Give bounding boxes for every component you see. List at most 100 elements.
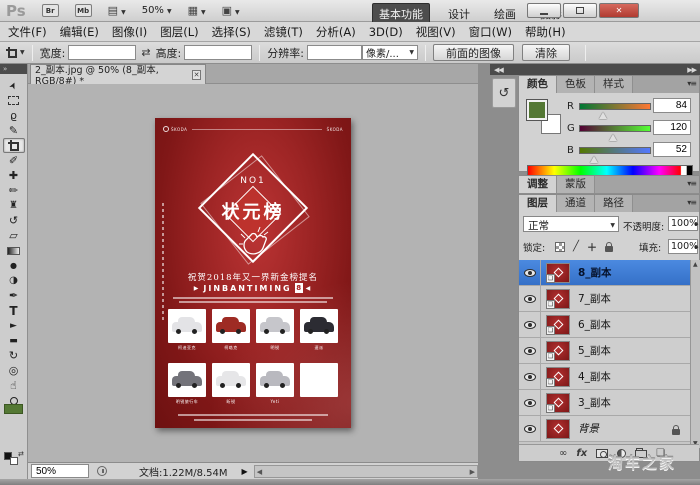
layer-thumbnail[interactable]: ❏ xyxy=(546,392,570,413)
screen-mode-icon[interactable]: ▣ ▼ xyxy=(222,4,240,17)
blue-value-input[interactable] xyxy=(653,142,691,157)
mini-bridge-button[interactable]: Mb xyxy=(74,4,92,17)
blue-slider[interactable] xyxy=(579,146,651,163)
arrange-documents-icon[interactable]: ▦ ▼ xyxy=(188,4,206,17)
red-value-input[interactable] xyxy=(653,98,691,113)
layer-thumbnail[interactable]: ❏ xyxy=(546,288,570,309)
tab-layers[interactable]: 图层 xyxy=(519,195,557,212)
type-tool[interactable]: T xyxy=(3,303,25,318)
menu-window[interactable]: 窗口(W) xyxy=(469,24,512,40)
add-mask-button[interactable] xyxy=(596,448,609,458)
layer-thumbnail[interactable] xyxy=(546,418,570,439)
dodge-tool[interactable]: ◑ xyxy=(3,273,25,288)
visibility-cell[interactable] xyxy=(519,364,541,389)
lock-pixels-icon[interactable]: ╱ xyxy=(573,241,579,252)
layer-row[interactable]: ❏ 7_副本 xyxy=(519,286,690,312)
status-options-arrow-icon[interactable]: ▶ xyxy=(242,467,248,476)
workspace-tab-painting[interactable]: 绘画 xyxy=(488,4,522,24)
height-input[interactable] xyxy=(184,45,253,60)
layer-row[interactable]: ❏ 8_副本 xyxy=(519,260,690,286)
crop-tool[interactable] xyxy=(2,138,25,153)
collapse-panels-icon[interactable]: ◀◀ xyxy=(494,66,504,74)
tab-styles[interactable]: 样式 xyxy=(595,76,633,93)
green-slider-handle[interactable] xyxy=(609,133,617,141)
layer-row[interactable]: ❏ 5_副本 xyxy=(519,338,690,364)
layer-style-button[interactable]: fx xyxy=(576,448,587,459)
gradient-tool[interactable] xyxy=(3,243,25,258)
menu-3d[interactable]: 3D(D) xyxy=(369,25,403,39)
panel-menu-icon[interactable]: ▾≡ xyxy=(687,179,697,188)
blue-slider-handle[interactable] xyxy=(590,155,598,163)
healing-brush-tool[interactable]: ✚ xyxy=(3,168,25,183)
panel-menu-icon[interactable]: ▾≡ xyxy=(687,198,697,207)
scroll-right-icon[interactable]: ▶ xyxy=(470,468,475,476)
layer-name[interactable]: 4_副本 xyxy=(578,369,611,384)
layer-name[interactable]: 8_副本 xyxy=(578,265,612,280)
close-button[interactable]: ✕ xyxy=(599,3,639,18)
minimize-button[interactable] xyxy=(527,3,561,18)
front-image-button[interactable]: 前面的图像 xyxy=(433,44,514,61)
marquee-tool[interactable] xyxy=(3,93,25,108)
layer-name[interactable]: 背景 xyxy=(578,421,599,436)
workspace-tab-design[interactable]: 设计 xyxy=(442,4,476,24)
hand-tool[interactable]: ☝ xyxy=(3,378,25,393)
tab-masks[interactable]: 蒙版 xyxy=(557,176,595,193)
width-input[interactable] xyxy=(68,45,137,60)
opacity-value[interactable]: 100% xyxy=(668,216,698,231)
red-slider[interactable] xyxy=(579,102,651,119)
swap-colors-icon[interactable]: ⇄ xyxy=(18,450,24,458)
brush-tool[interactable]: ✏ xyxy=(3,183,25,198)
fill-value[interactable]: 100% xyxy=(668,239,698,254)
tab-channels[interactable]: 通道 xyxy=(557,195,595,212)
visibility-cell[interactable] xyxy=(519,338,541,363)
canvas-horizontal-scrollbar[interactable]: ◀ ▶ xyxy=(253,464,478,478)
menu-analysis[interactable]: 分析(A) xyxy=(316,24,356,40)
layer-row[interactable]: ❏ 4_副本 xyxy=(519,364,690,390)
resolution-input[interactable] xyxy=(307,45,362,60)
menu-select[interactable]: 选择(S) xyxy=(212,24,251,40)
menu-layer[interactable]: 图层(L) xyxy=(160,24,198,40)
orbit-3d-tool[interactable]: ◎ xyxy=(3,363,25,378)
resolution-unit-select[interactable]: 像素/... ▼ xyxy=(362,45,418,60)
swap-dimensions-icon[interactable]: ⇄ xyxy=(141,46,150,59)
visibility-cell[interactable] xyxy=(519,312,541,337)
tab-color[interactable]: 颜色 xyxy=(519,76,557,93)
guides-menu-icon[interactable]: ▤ ▼ xyxy=(108,4,126,17)
tools-panel-header[interactable]: » xyxy=(0,64,27,74)
move-tool[interactable]: ➤ xyxy=(3,78,25,93)
lasso-tool[interactable]: ϱ xyxy=(3,108,25,123)
eyedropper-tool[interactable]: ✐ xyxy=(3,153,25,168)
tab-swatches[interactable]: 色板 xyxy=(557,76,595,93)
layer-thumbnail[interactable]: ❏ xyxy=(546,340,570,361)
rectangle-tool[interactable]: ▬ xyxy=(3,333,25,348)
layer-name[interactable]: 3_副本 xyxy=(578,395,611,410)
menu-filter[interactable]: 滤镜(T) xyxy=(264,24,303,40)
layer-thumbnail[interactable]: ❏ xyxy=(546,314,570,335)
layer-thumbnail[interactable]: ❏ xyxy=(546,262,570,283)
layer-name[interactable]: 7_副本 xyxy=(578,291,611,306)
layer-thumbnail[interactable]: ❏ xyxy=(546,366,570,387)
lock-all-icon[interactable] xyxy=(605,241,614,252)
green-slider[interactable] xyxy=(579,124,651,141)
blur-tool[interactable]: ● xyxy=(3,258,25,273)
red-slider-handle[interactable] xyxy=(599,111,607,119)
fill-spinner-icon[interactable]: ▸ xyxy=(695,243,699,251)
green-value-input[interactable] xyxy=(653,120,691,135)
document-close-icon[interactable]: ✕ xyxy=(192,69,201,80)
layers-scrollbar[interactable]: ▲ ▼ xyxy=(690,260,700,448)
visibility-cell[interactable] xyxy=(519,416,541,441)
expand-panels-icon[interactable]: ▶▶ xyxy=(687,66,697,74)
layer-name[interactable]: 5_副本 xyxy=(578,343,611,358)
panel-menu-icon[interactable]: ▾≡ xyxy=(687,79,697,88)
bridge-button[interactable]: Br xyxy=(41,4,59,17)
menu-image[interactable]: 图像(I) xyxy=(112,24,147,40)
rotate-3d-tool[interactable]: ↻ xyxy=(3,348,25,363)
scroll-up-icon[interactable]: ▲ xyxy=(693,261,698,268)
history-panel-icon[interactable]: ↺ xyxy=(492,78,516,108)
link-layers-button[interactable]: ∞ xyxy=(559,448,567,459)
visibility-cell[interactable] xyxy=(519,286,541,311)
menu-view[interactable]: 视图(V) xyxy=(416,24,456,40)
menu-help[interactable]: 帮助(H) xyxy=(525,24,566,40)
lock-transparency-icon[interactable] xyxy=(555,241,565,252)
foreground-color-swatch[interactable] xyxy=(526,99,548,121)
